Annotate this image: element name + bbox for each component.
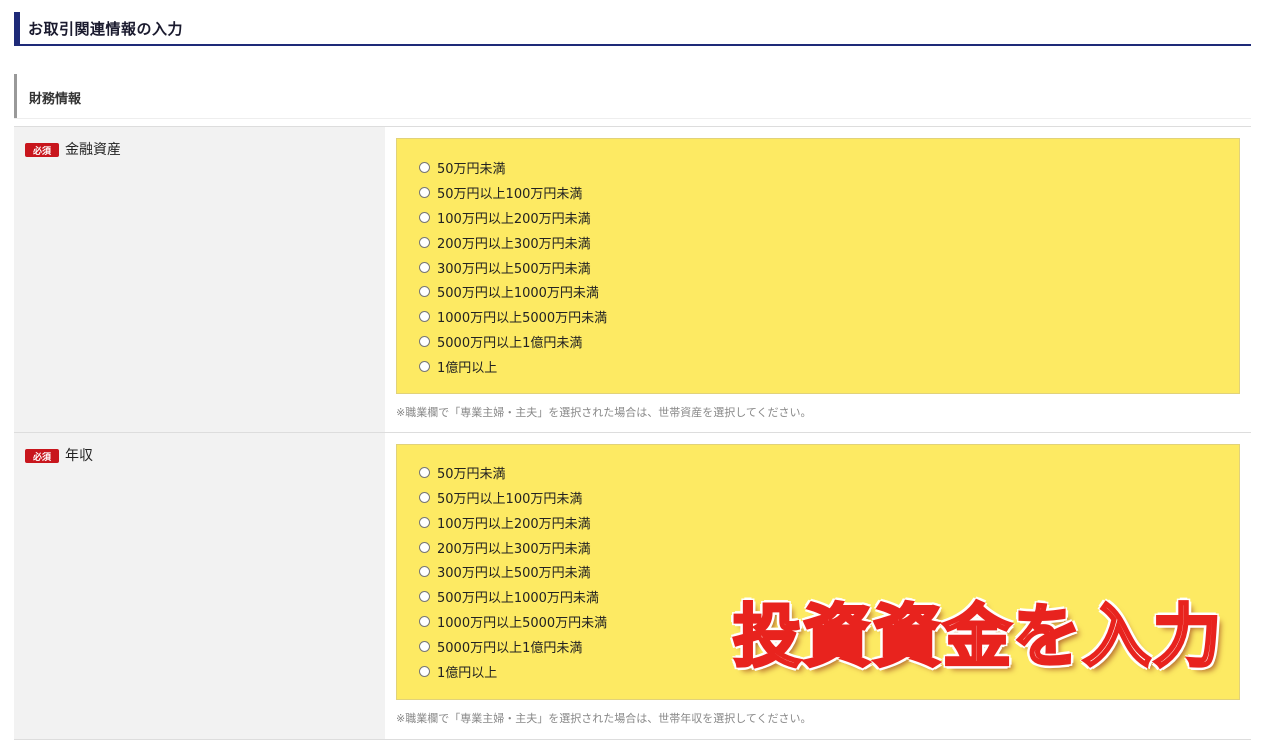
radio-option[interactable]: 1億円以上 — [419, 356, 497, 376]
radio-option[interactable]: 50万円以上100万円未満 — [419, 487, 582, 507]
field-note: ※職業欄で「専業主婦・主夫」を選択された場合は、世帯資産を選択してください。 — [396, 406, 812, 419]
radio-button[interactable] — [419, 665, 430, 677]
radio-button[interactable] — [419, 261, 430, 273]
radio-option-label: 500万円以上1000万円未満 — [437, 285, 599, 301]
radio-button[interactable] — [419, 640, 430, 652]
radio-button[interactable] — [419, 161, 430, 173]
radio-option[interactable]: 500万円以上1000万円未満 — [419, 281, 599, 301]
radio-option[interactable]: 500万円以上1000万円未満 — [419, 586, 599, 606]
radio-option[interactable]: 1000万円以上5000万円未満 — [419, 611, 607, 631]
radio-option[interactable]: 100万円以上200万円未満 — [419, 207, 591, 227]
radio-option[interactable]: 200万円以上300万円未満 — [419, 537, 591, 557]
radio-button[interactable] — [419, 590, 430, 602]
required-badge: 必須 — [25, 449, 59, 463]
radio-option-label: 5000万円以上1億円未満 — [437, 640, 583, 656]
section-heading: 財務情報 — [14, 74, 1251, 118]
radio-button[interactable] — [419, 615, 430, 627]
radio-option[interactable]: 50万円以上100万円未満 — [419, 182, 582, 202]
financial-assets-row: 必須 金融資産 50万円未満 50万円以上100万円未満 100万円以上200万… — [14, 126, 1251, 433]
radio-option[interactable]: 50万円未満 — [419, 157, 506, 177]
radio-option-label: 5000万円以上1億円未満 — [437, 335, 583, 351]
radio-option[interactable]: 1億円以上 — [419, 661, 497, 681]
radio-option-label: 1000万円以上5000万円未満 — [437, 615, 608, 631]
radio-option-label: 50万円未満 — [437, 466, 506, 482]
section-title: 財務情報 — [29, 92, 82, 107]
section-divider — [14, 118, 1251, 119]
radio-option-label: 50万円以上100万円未満 — [437, 186, 583, 202]
radio-option-label: 500万円以上1000万円未満 — [437, 590, 599, 606]
radio-button[interactable] — [419, 186, 430, 198]
field-label-cell: 必須 年収 — [14, 433, 385, 739]
field-label-financial-assets: 金融資産 — [65, 142, 121, 158]
radio-option-label: 100万円以上200万円未満 — [437, 516, 591, 532]
radio-button[interactable] — [419, 285, 430, 297]
radio-button[interactable] — [419, 491, 430, 503]
radio-option-label: 200万円以上300万円未満 — [437, 541, 591, 557]
annual-income-row: 必須 年収 50万円未満 50万円以上100万円未満 100万円以上200万円未… — [14, 432, 1251, 740]
field-note: ※職業欄で「専業主婦・主夫」を選択された場合は、世帯年収を選択してください。 — [396, 712, 812, 725]
radio-option[interactable]: 5000万円以上1億円未満 — [419, 331, 582, 351]
radio-option[interactable]: 100万円以上200万円未満 — [419, 512, 591, 532]
radio-option[interactable]: 200万円以上300万円未満 — [419, 232, 591, 252]
radio-option-label: 300万円以上500万円未満 — [437, 261, 591, 277]
radio-button[interactable] — [419, 335, 430, 347]
radio-button[interactable] — [419, 516, 430, 528]
page-title: お取引関連情報の入力 — [28, 20, 184, 38]
annotation-overlay-text: 投資資金を入力 — [731, 598, 1224, 677]
financial-assets-radio-group: 50万円未満 50万円以上100万円未満 100万円以上200万円未満 200万… — [396, 138, 1240, 394]
page-header: お取引関連情報の入力 — [14, 12, 1251, 46]
radio-option-label: 50万円以上100万円未満 — [437, 491, 583, 507]
radio-option[interactable]: 300万円以上500万円未満 — [419, 561, 591, 581]
radio-button[interactable] — [419, 211, 430, 223]
radio-option-label: 1000万円以上5000万円未満 — [437, 310, 608, 326]
radio-option[interactable]: 300万円以上500万円未満 — [419, 257, 591, 277]
radio-option[interactable]: 1000万円以上5000万円未満 — [419, 306, 607, 326]
radio-button[interactable] — [419, 541, 430, 553]
radio-option-label: 50万円未満 — [437, 161, 506, 177]
radio-button[interactable] — [419, 310, 430, 322]
radio-button[interactable] — [419, 360, 430, 372]
radio-option-label: 1億円以上 — [437, 665, 498, 681]
radio-option[interactable]: 50万円未満 — [419, 462, 506, 482]
radio-option-label: 200万円以上300万円未満 — [437, 236, 591, 252]
radio-option-label: 1億円以上 — [437, 360, 498, 376]
radio-option-label: 300万円以上500万円未満 — [437, 565, 591, 581]
radio-option-label: 100万円以上200万円未満 — [437, 211, 591, 227]
radio-button[interactable] — [419, 466, 430, 478]
radio-button[interactable] — [419, 236, 430, 248]
radio-button[interactable] — [419, 565, 430, 577]
field-label-annual-income: 年収 — [65, 448, 93, 464]
radio-option[interactable]: 5000万円以上1億円未満 — [419, 636, 582, 656]
field-label-cell: 必須 金融資産 — [14, 127, 385, 433]
required-badge: 必須 — [25, 143, 59, 157]
